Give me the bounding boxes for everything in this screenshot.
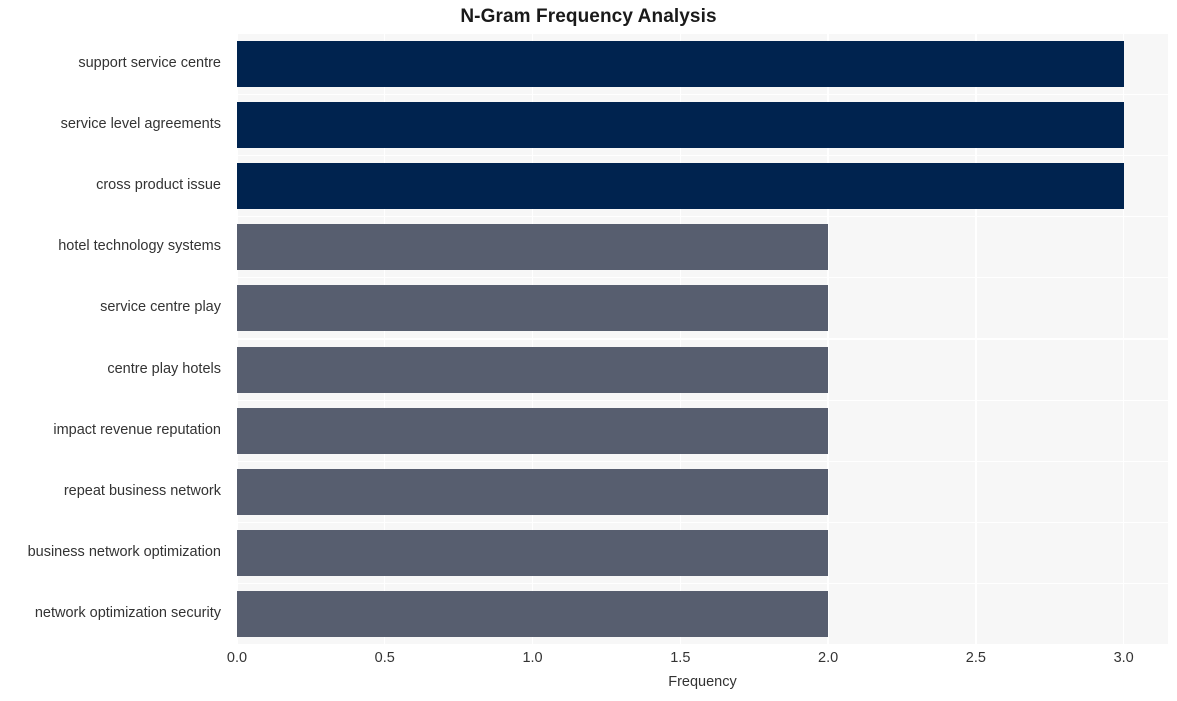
x-axis-tick-labels: 0.0 0.5 1.0 1.5 2.0 2.5 3.0 [0, 650, 1177, 674]
y-axis-tick-label: centre play hotels [107, 360, 221, 377]
gridline-horizontal-3 [237, 215, 1168, 218]
bar [237, 469, 829, 515]
gridline-horizontal-8 [237, 521, 1168, 524]
chart-figure: N-Gram Frequency Analysis support servic… [0, 0, 1177, 701]
bar [237, 101, 1124, 148]
y-axis-tick-label: network optimization security [34, 605, 221, 622]
y-axis-tick-label: repeat business network [63, 483, 221, 499]
bar [237, 591, 829, 638]
plot-area [237, 33, 1168, 645]
y-axis-tick-labels: support service centre service level agre… [0, 0, 229, 701]
bar [237, 285, 829, 332]
x-axis-tick-label: 2.0 [818, 650, 839, 666]
bar [237, 530, 829, 577]
x-axis-tick-label: 1.5 [670, 650, 691, 666]
gridline-horizontal-5 [237, 338, 1168, 340]
x-axis-tick-label: 1.0 [522, 650, 543, 666]
gridline-horizontal-1 [237, 93, 1168, 95]
bar [237, 407, 829, 454]
gridline-horizontal-4 [237, 277, 1168, 279]
gridline-horizontal-9 [237, 583, 1168, 585]
gridline-horizontal-10 [237, 644, 1168, 645]
gridline-horizontal-7 [237, 460, 1168, 463]
y-axis-tick-label: service level agreements [60, 115, 221, 132]
y-axis-tick-label: business network optimization [27, 544, 221, 561]
gridline-horizontal-6 [237, 399, 1168, 401]
x-axis-tick-label: 2.5 [965, 650, 986, 666]
x-axis-tick-label: 0.0 [226, 650, 248, 666]
y-axis-tick-label: hotel technology systems [58, 238, 221, 255]
x-axis-tick-label: 3.0 [1113, 650, 1134, 666]
y-axis-tick-label: cross product issue [96, 177, 221, 193]
y-axis-tick-label: support service centre [78, 54, 221, 71]
x-axis-tick-label: 0.5 [374, 650, 395, 666]
gridline-horizontal-2 [237, 154, 1168, 157]
y-axis-tick-label: impact revenue reputation [53, 421, 221, 438]
bar [237, 224, 829, 271]
bar [237, 346, 829, 393]
gridline-horizontal-0 [237, 33, 1168, 34]
x-axis-title: Frequency [668, 674, 737, 690]
y-axis-tick-label: service centre play [100, 299, 221, 316]
bar [237, 163, 1124, 209]
bar [237, 40, 1124, 87]
